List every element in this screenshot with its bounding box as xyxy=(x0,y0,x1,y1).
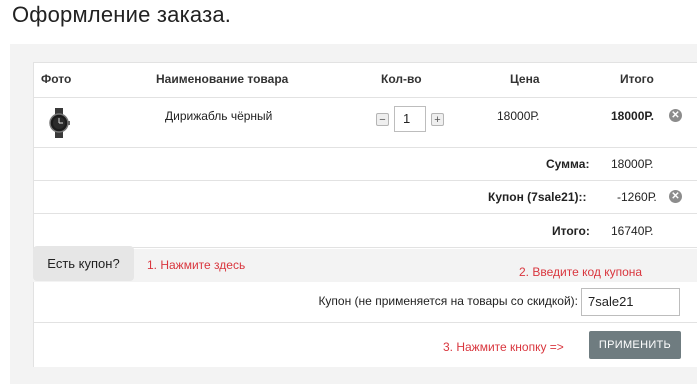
coupon-field-label: Купон (не применяется на товары со скидк… xyxy=(318,294,578,308)
page-title: Оформление заказа. xyxy=(12,2,232,27)
summary-row-total: Итого: 16740Р. xyxy=(34,214,697,248)
item-price: 18000Р. xyxy=(497,109,540,123)
apply-coupon-button[interactable]: ПРИМЕНИТЬ xyxy=(589,331,681,359)
coupon-code-input[interactable]: 7sale21 xyxy=(581,288,680,316)
header-qty: Кол-во xyxy=(381,72,422,86)
header-total: Итого xyxy=(620,72,654,86)
header-price: Цена xyxy=(510,72,540,86)
hint-step-1: 1. Нажмите здесь xyxy=(147,258,246,272)
coupon-discount-label: Купон (7sale21):: xyxy=(488,190,587,204)
grand-total-label: Итого: xyxy=(552,224,590,238)
qty-increase-button[interactable]: + xyxy=(431,113,444,126)
product-name-link[interactable]: Дирижабль чёрный xyxy=(165,109,272,123)
qty-decrease-button[interactable]: − xyxy=(376,113,389,126)
summary-row-sum: Сумма: 18000Р. xyxy=(34,148,697,181)
sum-label: Сумма: xyxy=(546,157,590,171)
item-total: 18000Р. xyxy=(611,109,654,123)
summary-row-coupon: Купон (7sale21):: -1260Р. ✕ xyxy=(34,181,697,214)
remove-item-icon[interactable]: ✕ xyxy=(669,109,682,122)
hint-step-3: 3. Нажмите кнопку => xyxy=(443,340,564,354)
coupon-toggle-button[interactable]: Есть купон? xyxy=(33,246,134,281)
sum-value: 18000Р. xyxy=(611,157,654,171)
product-thumbnail[interactable] xyxy=(48,108,70,138)
divider xyxy=(34,322,697,323)
cart-table: Фото Наименование товара Кол-во Цена Ито… xyxy=(33,62,697,249)
remove-coupon-icon[interactable]: ✕ xyxy=(669,190,682,203)
grand-total-value: 16740Р. xyxy=(611,224,654,238)
header-photo: Фото xyxy=(41,72,72,86)
header-name: Наименование товара xyxy=(156,72,289,86)
table-row: Дирижабль чёрный − 1 + 18000Р. 18000Р. ✕ xyxy=(34,98,697,148)
qty-input[interactable]: 1 xyxy=(394,106,426,132)
hint-step-2: 2. Введите код купона xyxy=(519,265,643,279)
coupon-discount-value: -1260Р. xyxy=(617,190,657,204)
table-header-row: Фото Наименование товара Кол-во Цена Ито… xyxy=(34,63,697,98)
coupon-form: Купон (не применяется на товары со скидк… xyxy=(33,282,697,367)
